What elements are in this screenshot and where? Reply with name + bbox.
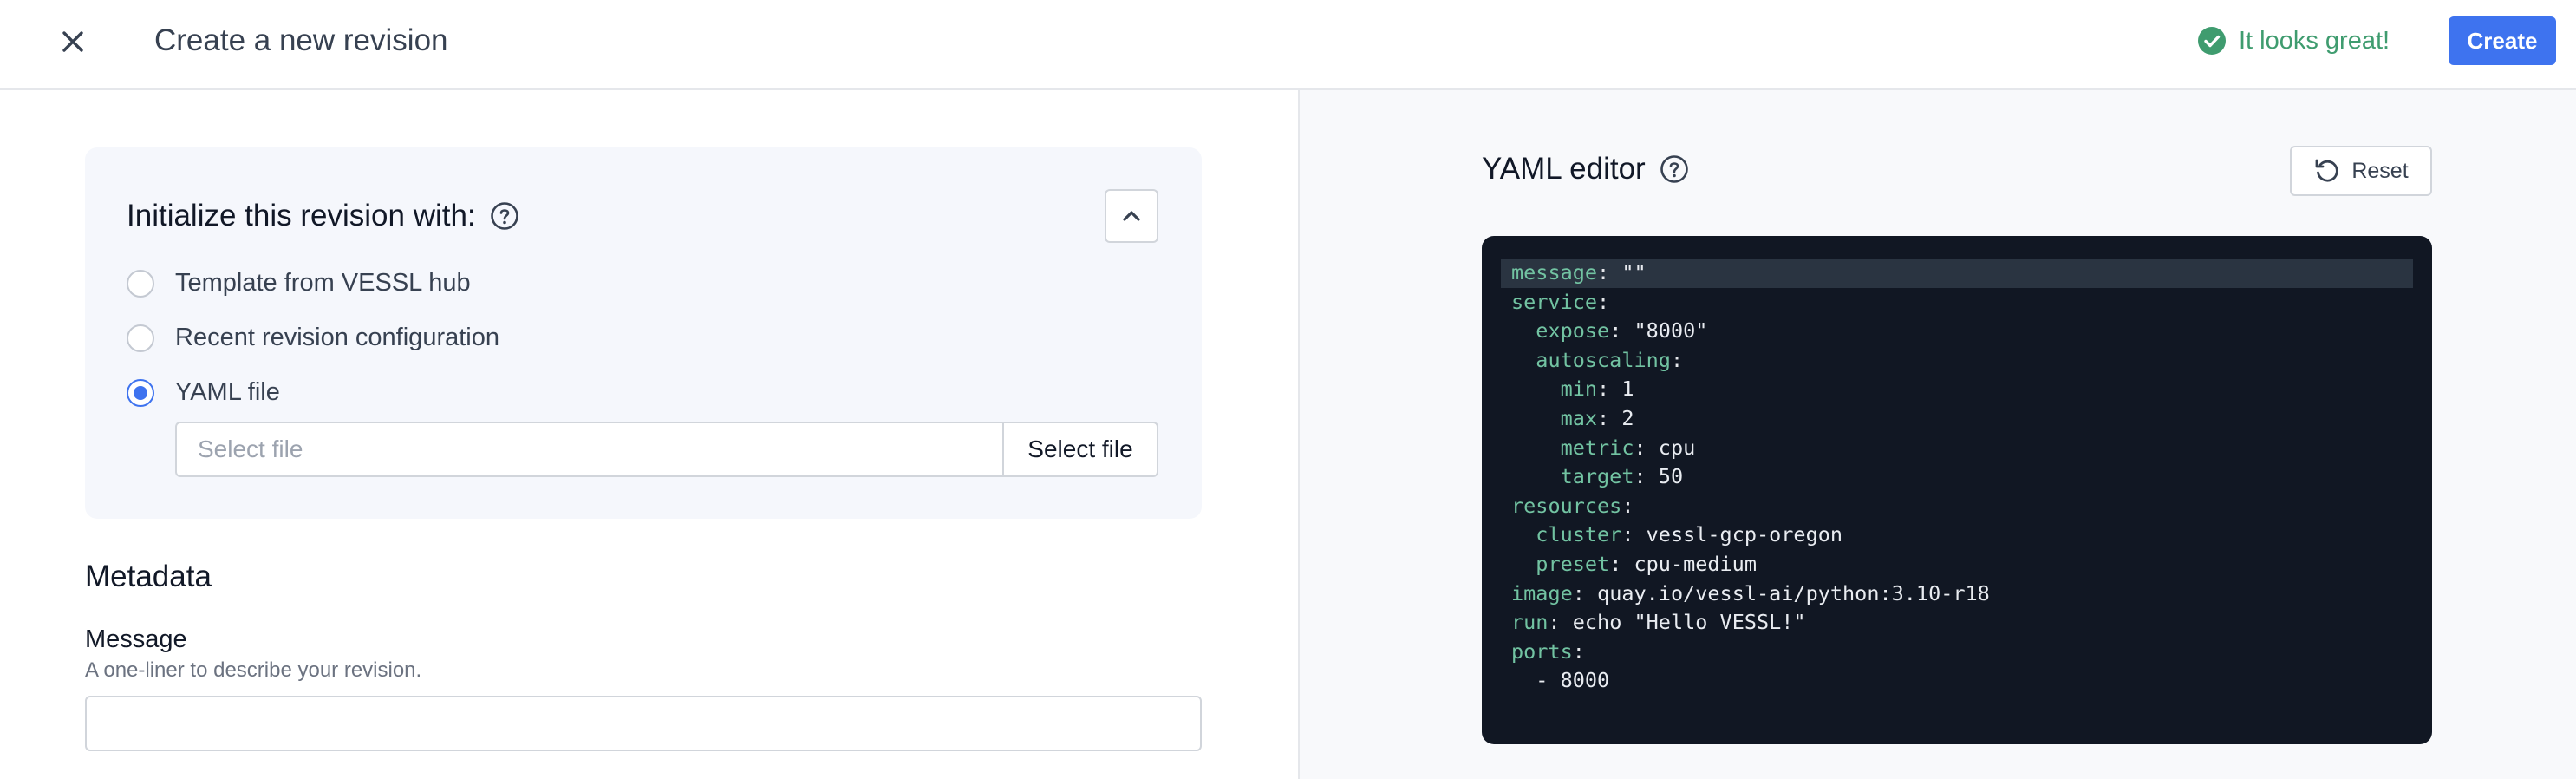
yaml-value: "": [1621, 260, 1647, 285]
page-title: Create a new revision: [154, 23, 448, 57]
yaml-code-editor[interactable]: message: "" service: expose: "8000" autos…: [1482, 236, 2432, 744]
collapse-button[interactable]: [1105, 189, 1158, 243]
close-button[interactable]: [54, 23, 92, 61]
yaml-key: expose: [1536, 318, 1610, 344]
radio-label: YAML file: [175, 378, 280, 406]
yaml-value: 2: [1621, 405, 1634, 430]
message-input[interactable]: [85, 696, 1202, 751]
code-line[interactable]: min: 1: [1501, 375, 2413, 404]
yaml-key: autoscaling: [1536, 347, 1671, 372]
code-line[interactable]: run: echo "Hello VESSL!": [1501, 608, 2413, 638]
radio-template-hub[interactable]: Template from VESSL hub: [127, 269, 471, 298]
radio-button-checked[interactable]: [127, 378, 154, 407]
status-text: It looks great!: [2239, 26, 2390, 55]
code-line[interactable]: - 8000: [1501, 666, 2413, 696]
reset-label: Reset: [2351, 158, 2409, 183]
yaml-value: cpu: [1658, 435, 1696, 460]
radio-label: Template from VESSL hub: [175, 269, 471, 297]
yaml-value: vessl-gcp-oregon: [1646, 522, 1843, 547]
reset-button[interactable]: Reset: [2290, 146, 2432, 196]
yaml-value: 50: [1658, 464, 1684, 489]
yaml-key: image: [1511, 580, 1573, 606]
code-line[interactable]: cluster: vessl-gcp-oregon: [1501, 520, 2413, 550]
code-line[interactable]: autoscaling:: [1501, 346, 2413, 376]
radio-button[interactable]: [127, 269, 154, 298]
yaml-key: resources: [1511, 493, 1622, 518]
reset-icon: [2313, 157, 2341, 185]
code-line[interactable]: metric: cpu: [1501, 434, 2413, 463]
yaml-value: cpu-medium: [1634, 551, 1757, 576]
check-circle-icon: [2197, 26, 2227, 56]
yaml-key: message: [1511, 260, 1598, 285]
code-line[interactable]: preset: cpu-medium: [1501, 550, 2413, 579]
close-icon: [62, 31, 83, 52]
yaml-value: - 8000: [1536, 668, 1610, 693]
yaml-editor-title: YAML editor: [1482, 149, 1689, 189]
yaml-value: quay.io/vessl-ai/python:3.10-r18: [1597, 580, 1990, 606]
revision-form: Initialize this revision with: Template …: [0, 90, 1298, 779]
header: Create a new revision It looks great! Cr…: [0, 0, 2576, 90]
code-line[interactable]: max: 2: [1501, 404, 2413, 434]
code-line[interactable]: expose: "8000": [1501, 317, 2413, 346]
code-line[interactable]: service:: [1501, 288, 2413, 317]
yaml-key: min: [1560, 376, 1598, 402]
metadata-heading: Metadata: [85, 560, 212, 593]
yaml-value: "8000": [1634, 318, 1708, 344]
radio-recent-revision[interactable]: Recent revision configuration: [127, 324, 499, 352]
validation-status: It looks great!: [2197, 23, 2390, 59]
select-file-button[interactable]: Select file: [1002, 422, 1158, 477]
initialize-title: Initialize this revision with:: [127, 196, 519, 236]
yaml-key: run: [1511, 610, 1549, 635]
code-line[interactable]: target: 50: [1501, 462, 2413, 492]
code-line[interactable]: resources:: [1501, 492, 2413, 521]
yaml-key: preset: [1536, 551, 1610, 576]
yaml-key: cluster: [1536, 522, 1622, 547]
help-circle-icon[interactable]: [1660, 154, 1689, 184]
file-path-input[interactable]: [175, 422, 1002, 477]
initialize-title-text: Initialize this revision with:: [127, 199, 476, 232]
chevron-up-icon: [1123, 211, 1140, 221]
create-button[interactable]: Create: [2449, 16, 2556, 65]
yaml-value: 1: [1621, 376, 1634, 402]
yaml-panel: YAML editor Reset message: "" service: ex…: [1298, 90, 2576, 779]
code-line[interactable]: ports:: [1501, 638, 2413, 667]
help-circle-icon[interactable]: [490, 201, 519, 231]
message-label: Message: [85, 625, 187, 653]
yaml-key: target: [1560, 464, 1634, 489]
file-picker: Select file: [175, 422, 1158, 477]
radio-button[interactable]: [127, 324, 154, 352]
yaml-key: ports: [1511, 638, 1573, 664]
yaml-key: service: [1511, 289, 1598, 314]
message-help-text: A one-liner to describe your revision.: [85, 658, 422, 682]
yaml-editor-title-text: YAML editor: [1482, 152, 1646, 186]
code-line[interactable]: message: "": [1501, 259, 2413, 288]
code-line[interactable]: image: quay.io/vessl-ai/python:3.10-r18: [1501, 579, 2413, 609]
initialize-card: Initialize this revision with: Template …: [85, 147, 1202, 519]
yaml-key: max: [1560, 405, 1598, 430]
radio-label: Recent revision configuration: [175, 324, 499, 351]
yaml-value: echo "Hello VESSL!": [1572, 610, 1806, 635]
yaml-key: metric: [1560, 435, 1634, 460]
radio-yaml-file[interactable]: YAML file: [127, 378, 280, 407]
